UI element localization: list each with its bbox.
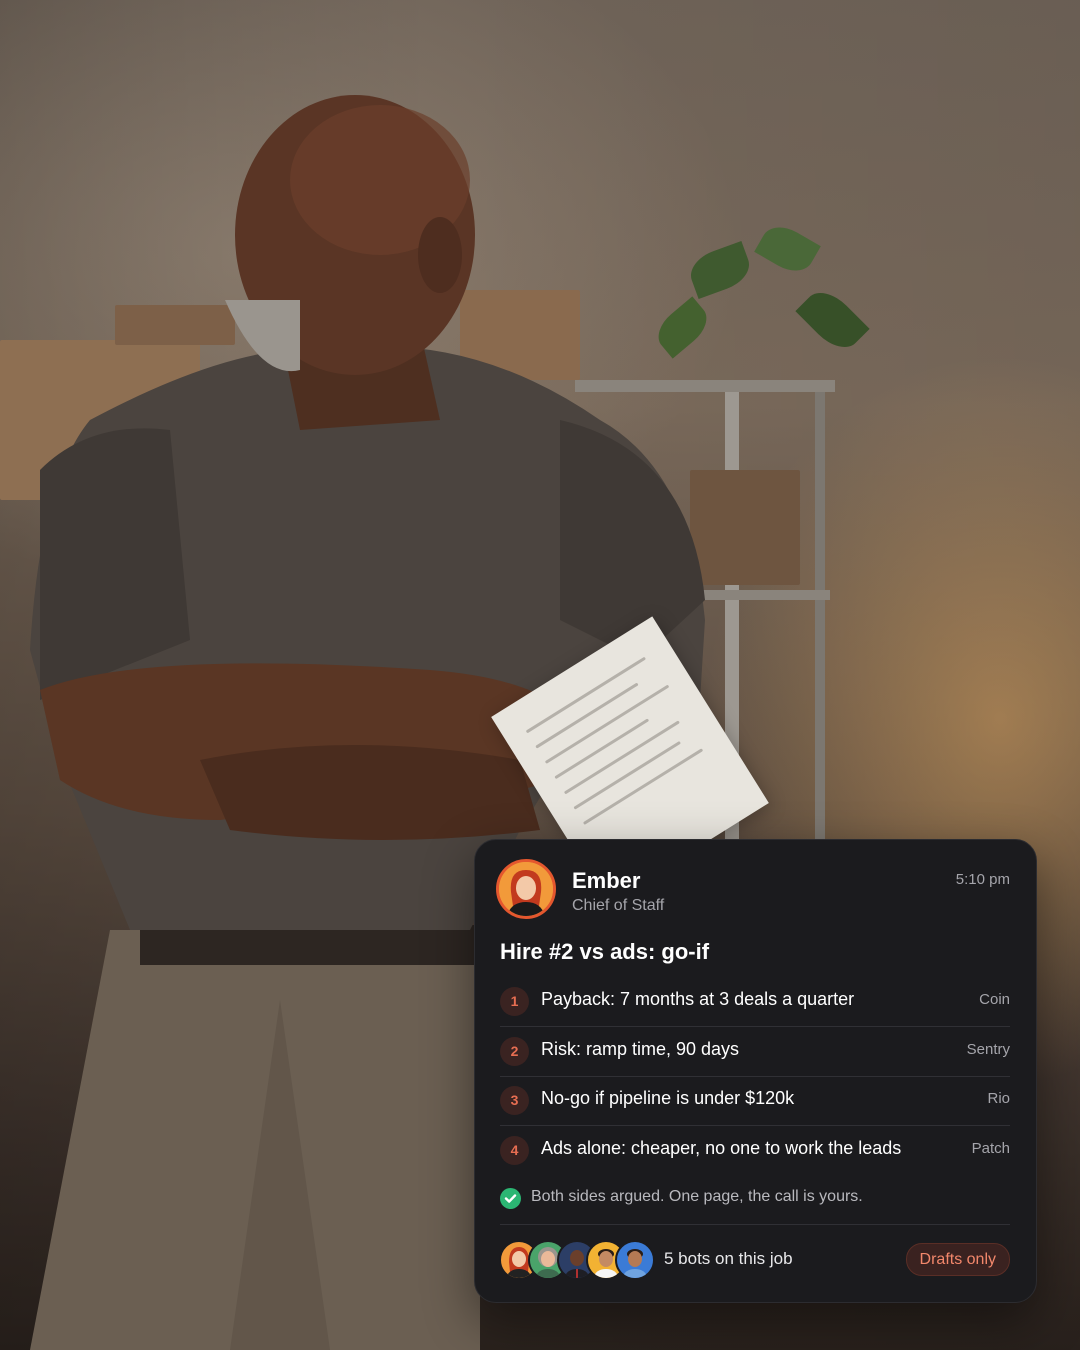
card-headline: Hire #2 vs ads: go-if [500,939,710,964]
row-divider [500,1026,1010,1027]
background-photo: Ember Chief of Staff 5:10 pm Hire #2 vs … [0,0,1080,1350]
item-text: Risk: ramp time, 90 days [541,1039,740,1059]
item-number: 2 [500,1037,529,1066]
sender-name: Ember [572,868,641,893]
decision-card[interactable]: Ember Chief of Staff 5:10 pm Hire #2 vs … [474,839,1037,1303]
item-number: 4 [500,1136,529,1165]
item-text: Payback: 7 months at 3 deals a quarter [541,989,855,1009]
item-text: Ads alone: cheaper, no one to work the l… [541,1138,902,1158]
paper-text-line [582,748,704,825]
row-divider [500,1076,1010,1077]
status-note: Both sides argued. One page, the call is… [531,1188,863,1205]
item-owner: Rio [987,1090,1010,1107]
item-owner: Patch [971,1140,1010,1157]
list-item[interactable]: 4 Ads alone: cheaper, no one to work the… [500,1128,1010,1176]
item-text: No-go if pipeline is under $120k [541,1088,795,1108]
list-item[interactable]: 3 No-go if pipeline is under $120k Rio [500,1078,1010,1126]
check-circle-icon [500,1188,521,1209]
sender-avatar[interactable] [496,859,556,919]
item-number: 1 [500,987,529,1016]
paper-text-line [544,684,670,764]
bot-avatar [615,1240,655,1280]
sender-role: Chief of Staff [572,897,665,914]
list-item[interactable]: 2 Risk: ramp time, 90 days Sentry [500,1029,1010,1077]
bots-count-label: 5 bots on this job [664,1249,793,1268]
row-divider [500,1125,1010,1126]
item-number: 3 [500,1086,529,1115]
paper-text-line [563,720,680,795]
drafts-only-badge[interactable]: Drafts only [905,1243,1010,1276]
footer-divider [500,1224,1010,1225]
bot-avatar-stack[interactable] [499,1240,659,1280]
item-owner: Coin [979,991,1010,1008]
timestamp: 5:10 pm [955,871,1010,888]
list-item[interactable]: 1 Payback: 7 months at 3 deals a quarter… [500,979,1010,1027]
item-owner: Sentry [966,1041,1010,1058]
